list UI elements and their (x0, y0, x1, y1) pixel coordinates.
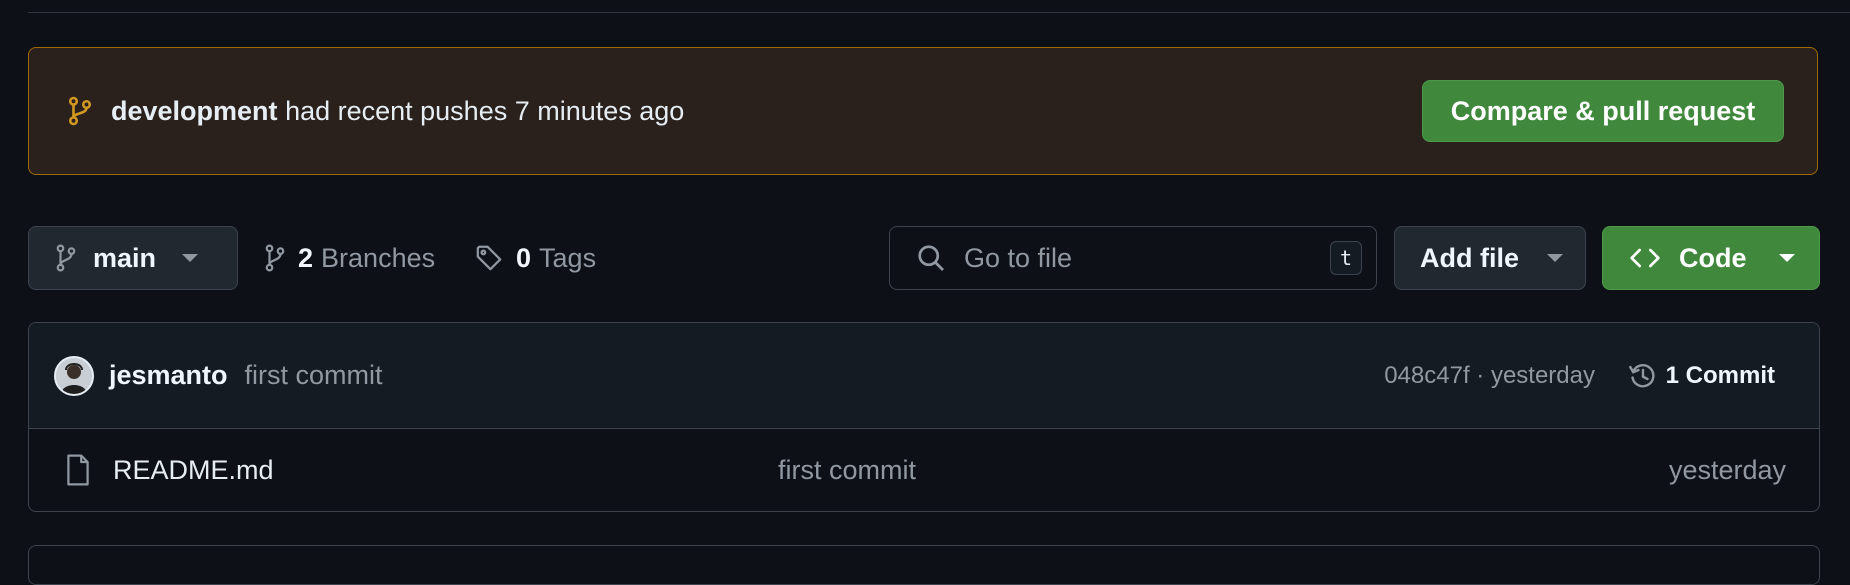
chevron-down-icon (1778, 254, 1795, 262)
go-to-file-search[interactable]: t (889, 226, 1377, 290)
readme-panel (28, 545, 1820, 585)
tag-icon (474, 244, 504, 272)
repo-toolbar: main 2 Branches 0 Tags Go to file t Add … (28, 226, 1820, 290)
history-icon (1628, 361, 1658, 391)
commit-hash-time[interactable]: 048c47f · yesterday (1384, 362, 1595, 390)
file-commit-time: yesterday (1668, 454, 1786, 485)
add-file-label: Add file (1420, 242, 1519, 273)
search-icon (916, 243, 946, 273)
banner-message: had recent pushes 7 minutes ago (285, 95, 685, 126)
git-branch-icon (264, 244, 286, 272)
commit-count-label: 1 Commit (1665, 361, 1775, 389)
commit-message[interactable]: first commit (245, 360, 383, 391)
tags-link[interactable]: 0 Tags (474, 226, 596, 290)
file-commit-message[interactable]: first commit (778, 455, 916, 486)
commit-history-link[interactable]: 1 Commit (1628, 361, 1775, 391)
tags-count: 0 (516, 242, 532, 273)
file-icon (65, 454, 91, 486)
compare-pull-request-button[interactable]: Compare & pull request (1422, 80, 1784, 142)
banner-branch-name[interactable]: development (111, 96, 278, 126)
avatar[interactable] (54, 355, 94, 396)
branches-count: 2 (298, 242, 314, 273)
latest-commit-row: jesmanto first commit 048c47f · yesterda… (29, 323, 1819, 429)
code-label: Code (1679, 242, 1747, 273)
recent-pushes-banner: development had recent pushes 7 minutes … (28, 47, 1818, 175)
go-to-file-input[interactable] (962, 241, 1306, 275)
file-name[interactable]: README.md (113, 455, 274, 486)
branches-link[interactable]: 2 Branches (264, 226, 435, 290)
chevron-down-icon (1547, 254, 1563, 262)
branches-label: Branches (321, 242, 436, 273)
git-branch-icon (55, 244, 77, 272)
commit-author[interactable]: jesmanto (109, 360, 228, 391)
top-divider (28, 12, 1850, 13)
table-row[interactable]: README.md first commit yesterday (29, 429, 1819, 511)
branch-select-button[interactable]: main (28, 226, 238, 290)
code-icon (1629, 246, 1661, 270)
tags-label: Tags (539, 242, 597, 273)
branch-select-label: main (93, 242, 157, 273)
add-file-button[interactable]: Add file (1394, 226, 1586, 290)
code-button[interactable]: Code (1602, 226, 1820, 290)
banner-text: development had recent pushes 7 minutes … (111, 96, 684, 127)
git-branch-icon (65, 96, 95, 126)
search-shortcut-key: t (1330, 241, 1362, 275)
file-browser: jesmanto first commit 048c47f · yesterda… (28, 322, 1820, 512)
chevron-down-icon (182, 254, 199, 262)
